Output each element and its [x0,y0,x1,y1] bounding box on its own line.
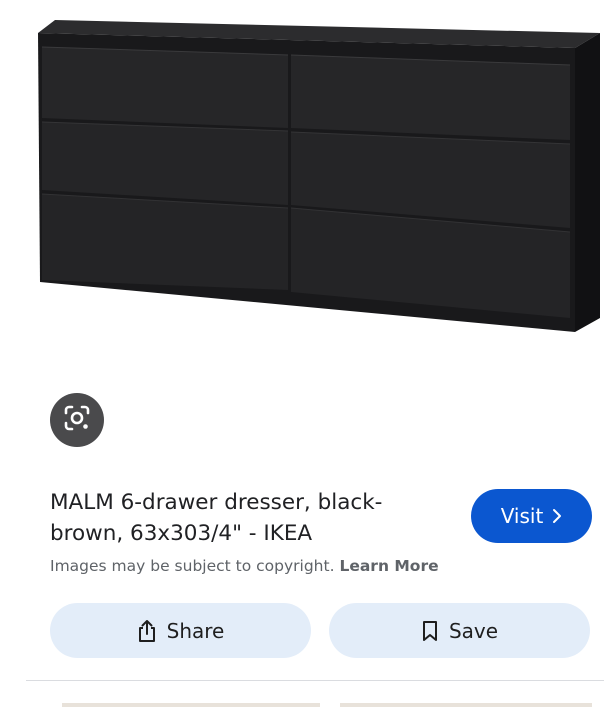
save-button[interactable]: Save [329,603,590,658]
share-button[interactable]: Share [50,603,311,658]
drawer-bottom-left [42,194,288,290]
visit-button[interactable]: Visit [471,489,592,543]
lens-search-icon [63,404,91,437]
next-result-thumbnail-right[interactable] [340,703,592,707]
learn-more-link[interactable]: Learn More [339,557,438,575]
chevron-right-icon [552,508,562,524]
copyright-text: Images may be subject to copyright. [50,557,335,575]
result-title[interactable]: MALM 6-drawer dresser, black-brown, 63x3… [50,487,440,549]
section-divider [26,680,604,681]
next-result-thumbnail-left[interactable] [62,703,320,707]
lens-search-button[interactable] [50,393,104,447]
share-button-label: Share [166,618,225,643]
drawer-top-right [291,55,570,140]
copyright-notice: Images may be subject to copyright. Lear… [50,557,439,575]
visit-button-label: Visit [500,504,544,528]
bookmark-icon [421,620,439,642]
product-image[interactable] [0,0,604,360]
save-button-label: Save [448,618,499,643]
dresser-side [575,33,600,332]
drawer-top-left [42,47,288,128]
share-icon [137,619,157,643]
